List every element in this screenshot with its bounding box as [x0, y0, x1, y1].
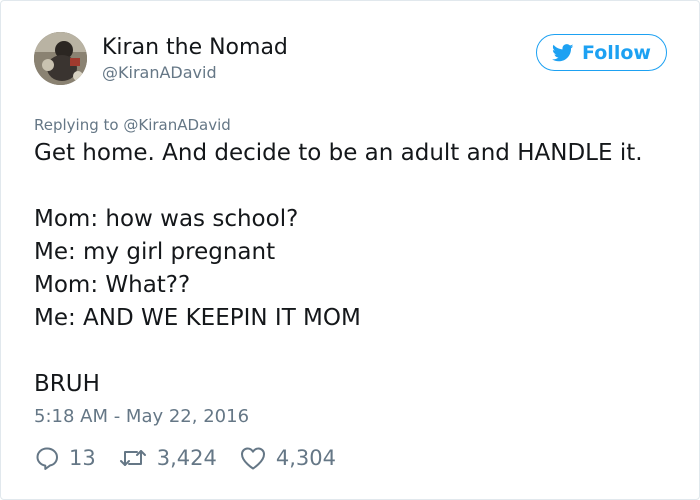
- reply-mention-link[interactable]: @KiranADavid: [123, 116, 230, 134]
- tweet-timestamp[interactable]: 5:18 AM - May 22, 2016: [34, 405, 249, 429]
- retweet-icon: [119, 450, 146, 466]
- tweet-line: BRUH: [34, 371, 100, 397]
- like-button[interactable]: 4,304: [239, 445, 336, 471]
- follow-button[interactable]: Follow: [536, 34, 667, 71]
- tweet-line: Mom: What??: [34, 272, 191, 298]
- like-count: 4,304: [275, 446, 336, 470]
- reply-context: Replying to @KiranADavid: [34, 115, 231, 135]
- tweet-line: Get home. And decide to be an adult and …: [34, 140, 643, 166]
- reply-button[interactable]: 13: [34, 445, 96, 471]
- user-handle[interactable]: @KiranADavid: [102, 63, 217, 83]
- tweet-card: Kiran the Nomad @KiranADavid Follow Repl…: [0, 0, 700, 500]
- tweet-line: Mom: how was school?: [34, 206, 299, 232]
- retweet-button[interactable]: 3,424: [118, 445, 217, 471]
- avatar[interactable]: [34, 32, 87, 85]
- display-name[interactable]: Kiran the Nomad: [102, 34, 288, 62]
- reply-count: 13: [69, 446, 96, 470]
- twitter-bird-icon: [552, 43, 574, 61]
- heart-icon: [240, 447, 265, 470]
- reply-context-prefix: Replying to: [34, 116, 119, 134]
- tweet-line: Me: my girl pregnant: [34, 239, 276, 265]
- retweet-count: 3,424: [156, 446, 217, 470]
- profile-photo-icon: [34, 32, 87, 85]
- tweet-line: Me: AND WE KEEPIN IT MOM: [34, 305, 361, 331]
- follow-label: Follow: [582, 41, 651, 64]
- reply-icon: [36, 447, 58, 470]
- tweet-actions: 13 3,424 4,304: [34, 443, 358, 473]
- tweet-text: Get home. And decide to be an adult and …: [34, 137, 684, 401]
